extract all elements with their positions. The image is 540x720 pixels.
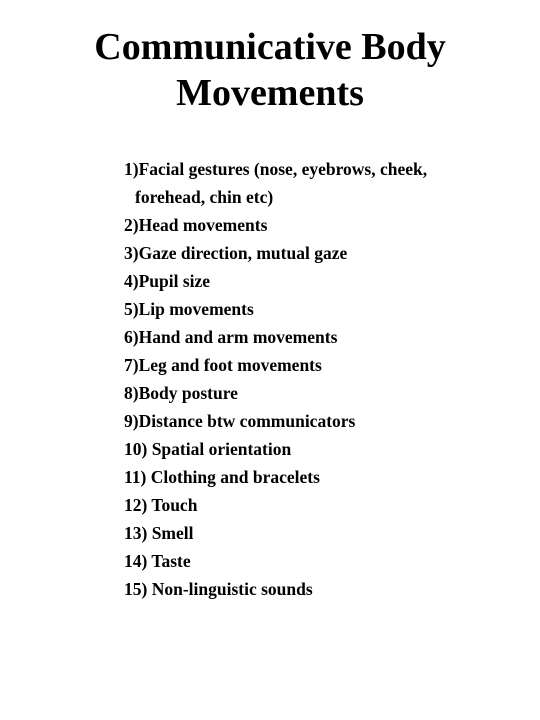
list-item: 12) Touch xyxy=(124,495,198,515)
list-item: 4)Pupil size xyxy=(124,271,211,291)
list-item: 11) Clothing and bracelets xyxy=(124,467,320,487)
list-item: 14) Taste xyxy=(124,551,191,571)
list-item: 3)Gaze direction, mutual gaze xyxy=(124,243,348,263)
slide-canvas: Communicative Body Movements 1)Facial ge… xyxy=(0,0,540,720)
page-title: Communicative Body Movements xyxy=(94,26,446,114)
body-movements-list: 1)Facial gestures (nose, eyebrows, cheek… xyxy=(124,155,484,603)
list-item: 6)Hand and arm movements xyxy=(124,327,338,347)
list-item: 10) Spatial orientation xyxy=(124,439,292,459)
list-item: 9)Distance btw communicators xyxy=(124,411,356,431)
list-item: 7)Leg and foot movements xyxy=(124,355,322,375)
list-item: 1)Facial gestures (nose, eyebrows, cheek… xyxy=(124,159,428,207)
list-item: 2)Head movements xyxy=(124,215,268,235)
list-item: 5)Lip movements xyxy=(124,299,254,319)
list-item: 8)Body posture xyxy=(124,383,238,403)
list-item: 15) Non-linguistic sounds xyxy=(124,579,313,599)
list-item: 13) Smell xyxy=(124,523,194,543)
